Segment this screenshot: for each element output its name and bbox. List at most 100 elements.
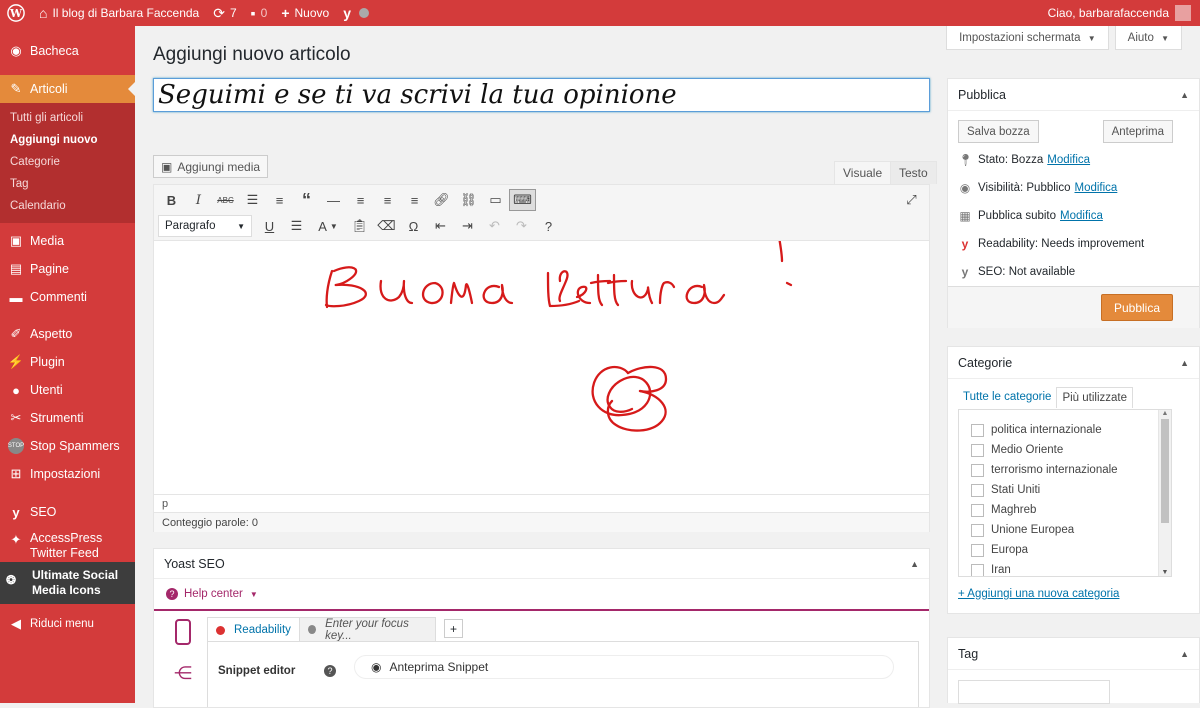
add-media-button[interactable]: ▣ Aggiungi media xyxy=(153,155,269,178)
edit-schedule-link[interactable]: Modifica xyxy=(1060,210,1103,222)
menu-item-comments[interactable]: ▬ Commenti xyxy=(0,283,135,311)
submenu-categories[interactable]: Categorie xyxy=(0,151,135,173)
scroll-down-icon[interactable]: ▼ xyxy=(1159,569,1171,576)
edit-visibility-link[interactable]: Modifica xyxy=(1075,182,1118,194)
link-icon[interactable]: 🔗︎ xyxy=(428,189,455,211)
menu-item-appearance[interactable]: ✐ Aspetto xyxy=(0,320,135,348)
menu-item-seo[interactable]: y SEO xyxy=(0,498,135,526)
underline-button[interactable]: U xyxy=(256,215,283,237)
tab-all-categories[interactable]: Tutte le categorie xyxy=(958,387,1056,408)
screen-options-button[interactable]: Impostazioni schermata ▼ xyxy=(946,26,1109,50)
menu-item-media[interactable]: ▣ Media xyxy=(0,227,135,255)
format-select[interactable]: Paragrafo ▼ xyxy=(158,215,252,237)
menu-item-dashboard[interactable]: ◉ Bacheca xyxy=(0,37,135,65)
redo-button[interactable]: ↷ xyxy=(508,215,535,237)
edit-status-link[interactable]: Modifica xyxy=(1047,154,1090,166)
menu-item-settings[interactable]: ⊞ Impostazioni xyxy=(0,460,135,488)
submenu-add-new[interactable]: Aggiungi nuovo xyxy=(0,129,135,151)
toolbar-toggle-button[interactable]: ⌨ xyxy=(509,189,536,211)
share-icon[interactable]: ⋲ xyxy=(174,663,192,684)
caret-up-icon[interactable]: ▲ xyxy=(910,559,919,569)
save-draft-button[interactable]: Salva bozza xyxy=(958,120,1039,143)
unlink-icon[interactable]: ⛓︎ xyxy=(455,189,482,211)
submenu-calendar[interactable]: Calendario xyxy=(0,195,135,217)
snippet-preview-toggle[interactable]: ◉ Anteprima Snippet xyxy=(354,655,894,679)
special-character-button[interactable]: Ω xyxy=(400,215,427,237)
new-content-link[interactable]: + Nuovo xyxy=(274,0,336,26)
tab-readability[interactable]: Readability xyxy=(207,617,300,642)
tab-text[interactable]: Testo xyxy=(890,161,937,184)
preview-button[interactable]: Anteprima xyxy=(1102,120,1173,143)
category-checkbox[interactable] xyxy=(971,443,984,457)
blockquote-button[interactable]: “ xyxy=(293,189,320,211)
menu-item-pages[interactable]: ▤ Pagine xyxy=(0,255,135,283)
read-more-button[interactable]: ▭ xyxy=(482,189,509,211)
menu-item-tools[interactable]: ✂ Strumenti xyxy=(0,404,135,432)
focus-keyword-tab[interactable]: Enter your focus key... xyxy=(299,617,436,642)
menu-item-twitter-feed[interactable]: ✦ AccessPress Twitter Feed xyxy=(0,526,135,562)
justify-button[interactable]: ☰ xyxy=(283,215,310,237)
menu-item-users[interactable]: ● Utenti xyxy=(0,376,135,404)
tab-most-used[interactable]: Più utilizzate xyxy=(1056,387,1133,408)
caret-up-icon[interactable]: ▲ xyxy=(1180,358,1189,368)
italic-button[interactable]: I xyxy=(185,189,212,211)
wordpress-logo-icon[interactable]: W xyxy=(0,0,32,26)
editor-content-area[interactable] xyxy=(154,241,929,494)
category-item[interactable]: Stati Uniti xyxy=(971,480,1171,500)
fullscreen-icon[interactable]: ⤢ xyxy=(898,189,925,211)
strikethrough-button[interactable]: ABC xyxy=(212,189,239,211)
caret-up-icon[interactable]: ▲ xyxy=(1180,90,1189,100)
text-color-button[interactable]: A ▼ xyxy=(310,215,346,237)
submenu-all-posts[interactable]: Tutti gli articoli xyxy=(0,107,135,129)
publish-box-header[interactable]: Pubblica ▲ xyxy=(948,79,1199,111)
menu-item-ultimate-social[interactable]: ❂ Ultimate Social Media Icons xyxy=(0,562,135,604)
menu-item-posts[interactable]: ✎ Articoli xyxy=(0,75,135,103)
help-center-toggle[interactable]: ? Help center ▼ xyxy=(154,579,929,611)
publish-button[interactable]: Pubblica xyxy=(1100,294,1173,321)
comments-link[interactable]: ▪ 0 xyxy=(244,0,275,26)
help-icon[interactable]: ? xyxy=(535,215,562,237)
category-item[interactable]: politica internazionale xyxy=(971,420,1171,440)
align-center-button[interactable]: ≡ xyxy=(374,189,401,211)
collapse-menu-button[interactable]: ◀ Riduci menu xyxy=(0,610,135,638)
category-checkbox[interactable] xyxy=(971,563,984,576)
clear-formatting-button[interactable]: ⌫ xyxy=(373,215,400,237)
site-name-link[interactable]: ⌂ Il blog di Barbara Faccenda xyxy=(32,0,206,26)
category-checkbox[interactable] xyxy=(971,423,984,437)
category-item[interactable]: Europa xyxy=(971,540,1171,560)
undo-button[interactable]: ↶ xyxy=(481,215,508,237)
category-checkbox[interactable] xyxy=(971,503,984,517)
caret-up-icon[interactable]: ▲ xyxy=(1180,649,1189,659)
category-checkbox[interactable] xyxy=(971,523,984,537)
scrollbar-thumb[interactable] xyxy=(1161,419,1169,523)
align-left-button[interactable]: ≡ xyxy=(347,189,374,211)
category-scrollbar[interactable]: ▲ ▼ xyxy=(1158,410,1171,576)
category-item[interactable]: terrorismo internazionale xyxy=(971,460,1171,480)
account-menu[interactable]: Ciao, barbarafaccenda xyxy=(1048,5,1200,21)
category-checkbox[interactable] xyxy=(971,483,984,497)
yoast-menu-link[interactable]: y xyxy=(336,0,376,26)
menu-item-plugins[interactable]: ⚡ Plugin xyxy=(0,348,135,376)
category-item[interactable]: Medio Oriente xyxy=(971,440,1171,460)
categories-box-header[interactable]: Categorie ▲ xyxy=(948,347,1199,379)
align-right-button[interactable]: ≡ xyxy=(401,189,428,211)
tag-input[interactable] xyxy=(958,680,1110,704)
bold-button[interactable]: B xyxy=(158,189,185,211)
numbered-list-button[interactable]: ≡ xyxy=(266,189,293,211)
indent-button[interactable]: ⇥ xyxy=(454,215,481,237)
category-checkbox[interactable] xyxy=(971,463,984,477)
tab-visual[interactable]: Visuale xyxy=(834,161,892,184)
post-title-input[interactable]: Seguimi e se ti va scrivi la tua opinion… xyxy=(153,78,930,112)
menu-item-stop-spammers[interactable]: STOP Stop Spammers xyxy=(0,432,135,460)
category-checkbox[interactable] xyxy=(971,543,984,557)
category-item[interactable]: Unione Europea xyxy=(971,520,1171,540)
category-item[interactable]: Iran xyxy=(971,560,1171,576)
submenu-tags[interactable]: Tag xyxy=(0,173,135,195)
help-button[interactable]: Aiuto ▼ xyxy=(1114,26,1182,50)
add-keyword-button[interactable]: + xyxy=(444,619,463,638)
bullet-list-button[interactable]: ☰ xyxy=(239,189,266,211)
category-item[interactable]: Maghreb xyxy=(971,500,1171,520)
snippet-help-icon[interactable]: ? xyxy=(324,665,336,677)
horizontal-line-button[interactable]: — xyxy=(320,189,347,211)
scroll-up-icon[interactable]: ▲ xyxy=(1159,410,1171,417)
